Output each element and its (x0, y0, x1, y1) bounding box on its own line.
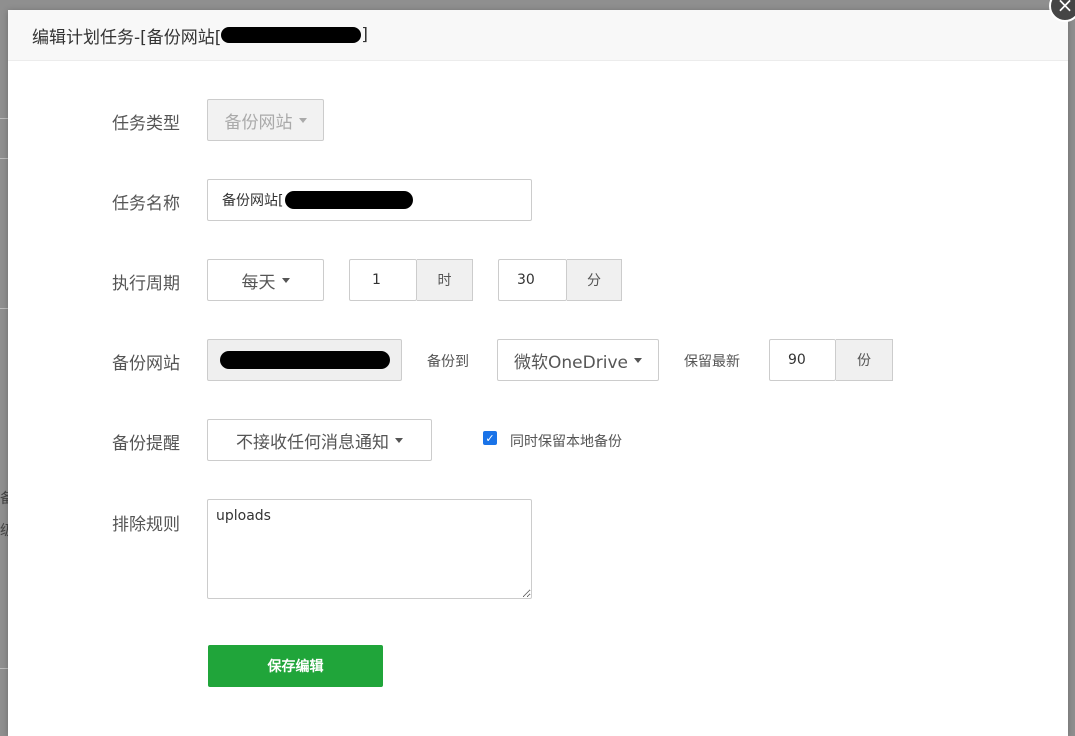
frequency-select[interactable]: 每天 (207, 259, 324, 301)
chevron-down-icon (633, 357, 642, 363)
keep-local-checkbox[interactable]: ✓ (483, 431, 497, 445)
redacted-block (285, 191, 414, 209)
notify-select[interactable]: 不接收任何消息通知 (207, 419, 432, 461)
save-button[interactable]: 保存编辑 (208, 645, 383, 687)
hour-input[interactable]: 1 (349, 259, 417, 301)
chevron-down-icon (281, 277, 290, 283)
minute-input[interactable]: 30 (498, 259, 567, 301)
minute-unit: 分 (567, 259, 622, 301)
chevron-down-icon (298, 117, 307, 123)
keep-unit: 份 (836, 339, 893, 381)
background-divider (0, 158, 8, 159)
dialog-title: 编辑计划任务-[备份网站[ (32, 27, 222, 48)
redacted-block (221, 27, 362, 43)
task-type-label: 任务类型 (112, 114, 180, 134)
chevron-down-icon (395, 437, 403, 443)
dialog-title-suffix: ] (361, 25, 369, 45)
task-type-select: 备份网站 (207, 99, 324, 141)
task-name-value: 备份网站[ (222, 193, 284, 209)
exclude-label: 排除规则 (112, 515, 180, 535)
backup-site-label: 备份网站 (112, 354, 180, 374)
destination-select[interactable]: 微软OneDrive (497, 339, 659, 381)
dialog-header: 编辑计划任务-[备份网站[ ] (8, 10, 1068, 61)
task-name-input[interactable]: 备份网站[ (207, 179, 532, 221)
background-divider (0, 308, 8, 309)
keep-count-value: 90 (788, 352, 806, 368)
background-divider (0, 118, 8, 119)
hour-unit: 时 (417, 259, 473, 301)
frequency-value: 每天 (241, 272, 276, 293)
notify-label: 备份提醒 (112, 434, 180, 454)
keep-count-input[interactable]: 90 (769, 339, 836, 381)
task-name-label: 任务名称 (112, 194, 180, 214)
minute-value: 30 (517, 272, 535, 288)
task-type-value: 备份网站 (224, 112, 293, 133)
period-label: 执行周期 (112, 274, 180, 294)
keep-local-label: 同时保留本地备份 (510, 434, 622, 450)
edit-task-dialog: 编辑计划任务-[备份网站[ ] 任务类型 备份网站 任务名称 备份网站[ 执行周… (8, 10, 1068, 736)
keep-latest-label: 保留最新 (684, 354, 740, 370)
notify-value: 不接收任何消息通知 (236, 432, 389, 453)
destination-value: 微软OneDrive (514, 352, 628, 373)
hour-value: 1 (372, 272, 381, 288)
backup-to-label: 备份到 (427, 354, 469, 370)
exclude-rules-textarea[interactable]: uploads (207, 499, 532, 599)
backup-site-select (207, 339, 402, 381)
redacted-block (219, 351, 390, 369)
background-divider (0, 668, 8, 669)
